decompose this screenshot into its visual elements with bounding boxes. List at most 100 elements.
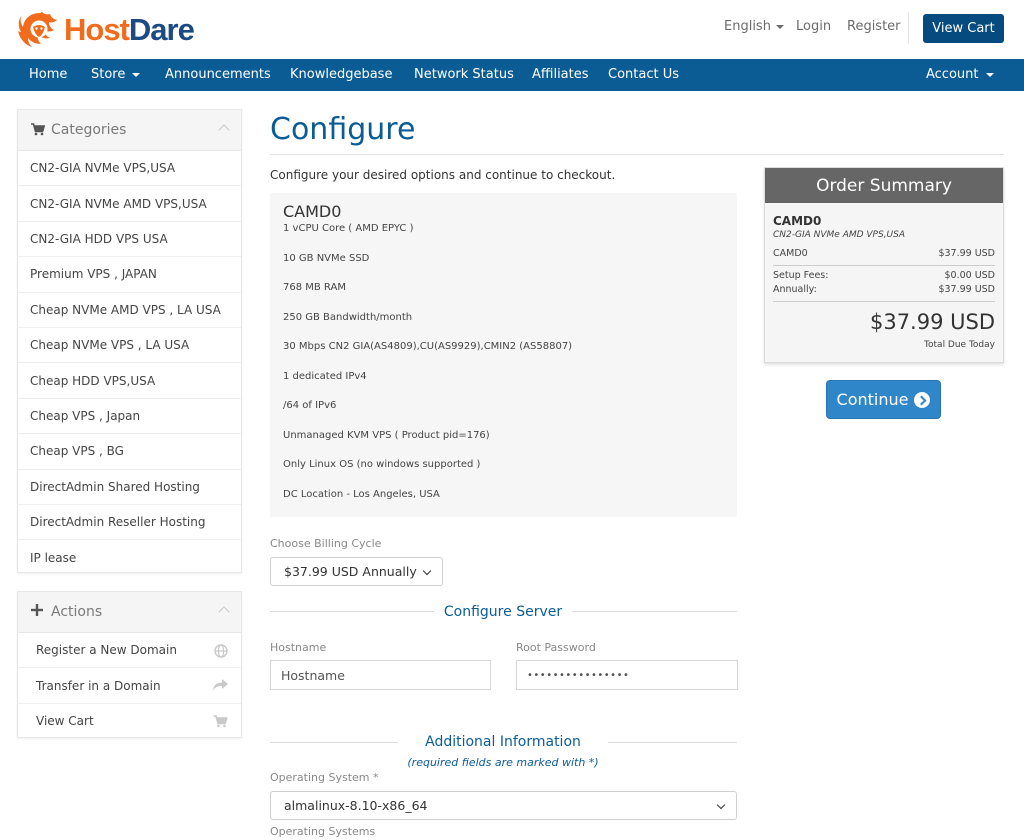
- summary-product-group: CN2-GIA NVMe AMD VPS,USA: [773, 230, 906, 240]
- action-view-cart[interactable]: View Cart: [18, 704, 241, 739]
- sidebar-category-item[interactable]: DirectAdmin Reseller Hosting: [18, 505, 241, 541]
- os-help-text: Operating Systems: [270, 825, 376, 838]
- plus-icon: [31, 604, 43, 620]
- globe-icon: [214, 644, 228, 661]
- product-feature: 10 GB NVMe SSD: [283, 252, 370, 264]
- chevron-up-icon[interactable]: [218, 606, 230, 618]
- product-feature: 250 GB Bandwidth/month: [283, 311, 413, 323]
- nav-network-status[interactable]: Network Status: [414, 67, 514, 82]
- title-divider: [270, 154, 1004, 155]
- caret-down-icon: [985, 72, 994, 77]
- sidebar-category-item[interactable]: CN2-GIA NVMe AMD VPS,USA: [18, 186, 241, 222]
- main-navbar: Home Store Announcements Knowledgebase N…: [0, 59, 1024, 91]
- section-divider-right: [608, 742, 737, 743]
- nav-account[interactable]: Account: [926, 67, 994, 82]
- action-label: Register a New Domain: [36, 643, 177, 658]
- chevron-down-icon: [422, 566, 432, 576]
- register-link[interactable]: Register: [847, 19, 901, 34]
- view-cart-button[interactable]: View Cart: [923, 14, 1004, 43]
- categories-panel-header[interactable]: Categories: [18, 110, 241, 151]
- caret-down-icon: [132, 72, 141, 77]
- nav-announcements[interactable]: Announcements: [165, 67, 271, 82]
- nav-contact-us[interactable]: Contact Us: [608, 67, 679, 82]
- product-feature: Unmanaged KVM VPS ( Product pid=176): [283, 429, 490, 441]
- logo-text-dare: Dare: [128, 12, 195, 47]
- hostname-input[interactable]: Hostname: [270, 660, 491, 690]
- product-feature: 1 vCPU Core ( AMD EPYC ): [283, 223, 414, 234]
- nav-account-label: Account: [926, 67, 979, 82]
- sidebar-category-item[interactable]: Premium VPS , JAPAN: [18, 257, 241, 293]
- action-register-domain[interactable]: Register a New Domain: [18, 633, 241, 669]
- billing-cycle-select[interactable]: $37.99 USD Annually: [270, 557, 443, 586]
- caret-down-icon: [775, 24, 784, 29]
- section-divider-left: [270, 611, 434, 612]
- sidebar-category-item[interactable]: Cheap VPS , BG: [18, 434, 241, 470]
- root-password-input[interactable]: ••••••••••••••••: [516, 660, 738, 690]
- product-feature: /64 of IPv6: [283, 400, 337, 411]
- billing-cycle-label: Choose Billing Cycle: [270, 537, 382, 550]
- action-label: View Cart: [36, 714, 94, 729]
- sidebar-category-item[interactable]: DirectAdmin Shared Hosting: [18, 470, 241, 505]
- actions-panel-header[interactable]: Actions: [18, 592, 241, 633]
- nav-store-label: Store: [91, 67, 126, 82]
- configure-server-heading: Configure Server: [443, 604, 563, 620]
- operating-system-select[interactable]: almalinux-8.10-x86_64: [270, 791, 737, 820]
- sidebar-category-item[interactable]: IP lease: [18, 540, 241, 575]
- top-header: HostDare English Login Register View Car…: [0, 0, 1024, 59]
- nav-affiliates[interactable]: Affiliates: [532, 67, 589, 82]
- login-link[interactable]: Login: [796, 19, 831, 34]
- section-divider-left: [270, 742, 398, 743]
- nav-store[interactable]: Store: [91, 67, 141, 82]
- summary-annually: Annually: $37.99 USD: [773, 284, 995, 295]
- sidebar-category-item[interactable]: Cheap VPS , Japan: [18, 399, 241, 435]
- annually-label: Annually:: [773, 284, 817, 295]
- order-summary-title: Order Summary: [765, 168, 1003, 203]
- summary-divider: [773, 301, 995, 302]
- setup-fees-label: Setup Fees:: [773, 270, 829, 281]
- logo-text: HostDare: [64, 12, 195, 48]
- logo[interactable]: HostDare: [18, 10, 195, 50]
- chevron-up-icon[interactable]: [218, 124, 230, 136]
- categories-title: Categories: [51, 122, 127, 138]
- sidebar-category-item[interactable]: Cheap NVMe VPS , LA USA: [18, 328, 241, 364]
- required-fields-note: (required fields are marked with *): [407, 756, 599, 769]
- chevron-down-icon: [716, 800, 726, 810]
- summary-product-name: CAMD0: [773, 214, 822, 228]
- lion-logo-icon: [18, 10, 62, 50]
- product-feature: 768 MB RAM: [283, 282, 346, 293]
- action-label: Transfer in a Domain: [36, 678, 161, 693]
- actions-title: Actions: [51, 604, 103, 620]
- sidebar-category-item[interactable]: CN2-GIA NVMe VPS,USA: [18, 151, 241, 187]
- additional-info-heading: Additional Information: [425, 734, 581, 750]
- summary-total-amount: $37.99 USD: [869, 310, 995, 334]
- categories-panel: Categories CN2-GIA NVMe VPS,USA CN2-GIA N…: [17, 109, 242, 573]
- continue-label: Continue: [836, 390, 909, 409]
- annually-value: $37.99 USD: [938, 284, 995, 295]
- logo-text-host: Host: [64, 12, 130, 47]
- sidebar-category-item[interactable]: Cheap NVMe AMD VPS , LA USA: [18, 293, 241, 328]
- nav-home[interactable]: Home: [29, 67, 67, 82]
- os-label: Operating System *: [270, 771, 379, 784]
- nav-knowledgebase[interactable]: Knowledgebase: [290, 67, 392, 82]
- summary-total-label: Total Due Today: [924, 340, 995, 350]
- hostname-placeholder: Hostname: [281, 667, 345, 683]
- hostname-label: Hostname: [270, 641, 327, 654]
- product-feature: 30 Mbps CN2 GIA(AS4809),CU(AS9929),CMIN2…: [283, 341, 573, 352]
- action-transfer-domain[interactable]: Transfer in a Domain: [18, 668, 241, 704]
- root-password-value: ••••••••••••••••: [527, 669, 630, 681]
- header-divider: [908, 12, 909, 44]
- os-value: almalinux-8.10-x86_64: [284, 798, 428, 813]
- language-dropdown[interactable]: English: [724, 19, 784, 34]
- product-feature: Only Linux OS (no windows supported ): [283, 459, 481, 470]
- sidebar-category-item[interactable]: Cheap HDD VPS,USA: [18, 363, 241, 399]
- product-feature: 1 dedicated IPv4: [283, 370, 367, 382]
- setup-fees-value: $0.00 USD: [944, 270, 995, 281]
- share-arrow-icon: [213, 679, 228, 695]
- language-label: English: [724, 19, 771, 34]
- cart-icon: [213, 714, 228, 731]
- section-divider-right: [572, 611, 737, 612]
- summary-line-label: CAMD0: [773, 248, 808, 259]
- continue-button[interactable]: Continue: [826, 380, 941, 419]
- sidebar-category-item[interactable]: CN2-GIA HDD VPS USA: [18, 222, 241, 258]
- page-title: Configure: [270, 112, 416, 147]
